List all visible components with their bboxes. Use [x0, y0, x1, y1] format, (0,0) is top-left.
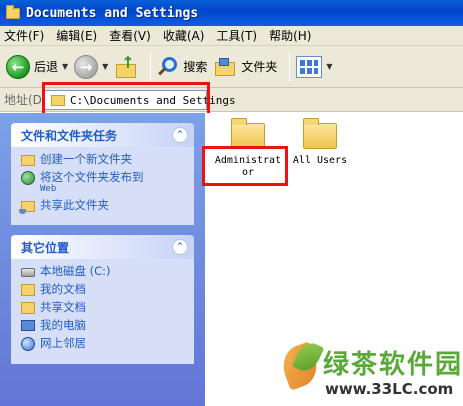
menu-help[interactable]: 帮助(H): [269, 27, 311, 44]
task-new-folder[interactable]: 创建一个新文件夹: [21, 153, 186, 166]
place-local-disk[interactable]: 本地磁盘 (C:): [21, 265, 186, 278]
address-bar: 地址(D) C:\Documents and Settings: [0, 88, 463, 112]
place-network[interactable]: 网上邻居: [21, 337, 186, 351]
place-label: 我的电脑: [40, 318, 86, 332]
folder-label-line: Administrat: [214, 155, 282, 166]
disk-drive-icon: [21, 268, 35, 277]
window-title: Documents and Settings: [26, 5, 199, 21]
forward-dropdown-icon[interactable]: ▼: [102, 62, 108, 71]
search-button[interactable]: 搜索: [157, 51, 207, 83]
place-my-documents[interactable]: 我的文档: [21, 283, 186, 296]
places-panel-body: 本地磁盘 (C:) 我的文档 共享文档 我的电脑 网上邻居: [11, 259, 194, 364]
place-my-computer[interactable]: 我的电脑: [21, 319, 186, 332]
toolbar-separator: [150, 52, 152, 81]
place-shared-documents[interactable]: 共享文档: [21, 301, 186, 314]
folder-label-line: or: [241, 167, 255, 178]
tasks-panel-header[interactable]: 文件和文件夹任务 ⌃: [11, 123, 194, 147]
folder-label: Administrat or: [215, 155, 281, 179]
task-label: 将这个文件夹发布到 Web: [40, 170, 144, 195]
folder-icon: [231, 118, 265, 149]
views-button[interactable]: ▼: [296, 51, 333, 83]
title-bar[interactable]: Documents and Settings: [0, 0, 463, 26]
folder-icon: [303, 118, 337, 149]
tasks-panel-title: 文件和文件夹任务: [21, 128, 118, 143]
up-button[interactable]: ↑: [114, 51, 138, 83]
places-panel: 其它位置 ⌃ 本地磁盘 (C:) 我的文档 共享文档 我的电脑 网上邻居: [11, 235, 194, 364]
address-path: C:\Documents and Settings: [70, 93, 236, 107]
menu-file[interactable]: 文件(F): [4, 27, 44, 44]
folder-item-all-users[interactable]: All Users: [289, 118, 351, 167]
documents-folder-icon: [21, 284, 35, 296]
folder-item-administrator[interactable]: Administrat or: [211, 118, 285, 179]
folder-up-icon: ↑: [114, 54, 138, 79]
watermark-text: 绿茶软件园: [323, 350, 463, 380]
forward-arrow-icon: →: [74, 54, 99, 79]
places-panel-title: 其它位置: [21, 240, 70, 255]
place-label: 我的文档: [40, 282, 86, 296]
new-folder-icon: [21, 155, 35, 166]
place-label: 网上邻居: [40, 336, 86, 350]
task-pane: 文件和文件夹任务 ⌃ 创建一个新文件夹 将这个文件夹发布到 Web 共享此文件夹: [0, 113, 205, 406]
search-icon: [157, 56, 179, 78]
shared-folder-icon: [21, 302, 35, 314]
network-icon: [21, 337, 35, 351]
task-label-sub: Web: [40, 184, 57, 194]
menu-tools[interactable]: 工具(T): [216, 27, 257, 44]
forward-button[interactable]: → ▼: [74, 51, 108, 83]
globe-icon: [21, 171, 35, 185]
task-label: 共享此文件夹: [40, 198, 109, 212]
back-dropdown-icon[interactable]: ▼: [62, 62, 68, 71]
computer-icon: [21, 320, 35, 331]
search-label: 搜索: [183, 60, 208, 74]
places-panel-header[interactable]: 其它位置 ⌃: [11, 235, 194, 259]
address-label: 地址(D): [4, 93, 47, 107]
toolbar-separator: [289, 52, 291, 81]
tasks-panel: 文件和文件夹任务 ⌃ 创建一个新文件夹 将这个文件夹发布到 Web 共享此文件夹: [11, 123, 194, 225]
task-label: 创建一个新文件夹: [40, 152, 132, 166]
task-label-line: 将这个文件夹发布到: [40, 170, 144, 184]
back-label: 后退: [34, 60, 59, 74]
menu-edit[interactable]: 编辑(E): [56, 27, 97, 44]
folder-label: All Users: [292, 155, 348, 166]
folder-icon: [6, 4, 20, 19]
place-label: 共享文档: [40, 300, 86, 314]
folder-icon: [51, 94, 65, 106]
collapse-icon[interactable]: ⌃: [172, 127, 188, 143]
views-icon: [296, 55, 323, 78]
watermark-logo: 绿茶软件园 www.33LC.com: [277, 338, 463, 406]
folders-icon: [213, 56, 237, 78]
collapse-icon[interactable]: ⌃: [172, 239, 188, 255]
address-input[interactable]: C:\Documents and Settings: [44, 90, 236, 110]
views-dropdown-icon[interactable]: ▼: [326, 62, 332, 71]
menu-bar: 文件(F) 编辑(E) 查看(V) 收藏(A) 工具(T) 帮助(H): [0, 26, 463, 46]
menu-favorites[interactable]: 收藏(A): [163, 27, 205, 44]
menu-view[interactable]: 查看(V): [109, 27, 151, 44]
place-label: 本地磁盘 (C:): [40, 264, 111, 278]
task-share-folder[interactable]: 共享此文件夹: [19, 198, 186, 214]
toolbar: ← 后退 ▼ → ▼ ↑ 搜索 文件夹 ▼: [0, 46, 463, 88]
task-publish-web[interactable]: 将这个文件夹发布到 Web: [21, 171, 186, 194]
back-button[interactable]: ← 后退 ▼: [6, 51, 68, 83]
share-folder-icon: [19, 201, 35, 214]
back-arrow-icon: ←: [6, 54, 30, 79]
folders-button[interactable]: 文件夹: [213, 51, 277, 83]
tasks-panel-body: 创建一个新文件夹 将这个文件夹发布到 Web 共享此文件夹: [11, 147, 194, 225]
watermark-url: www.33LC.com: [325, 380, 454, 398]
folders-label: 文件夹: [241, 60, 278, 74]
